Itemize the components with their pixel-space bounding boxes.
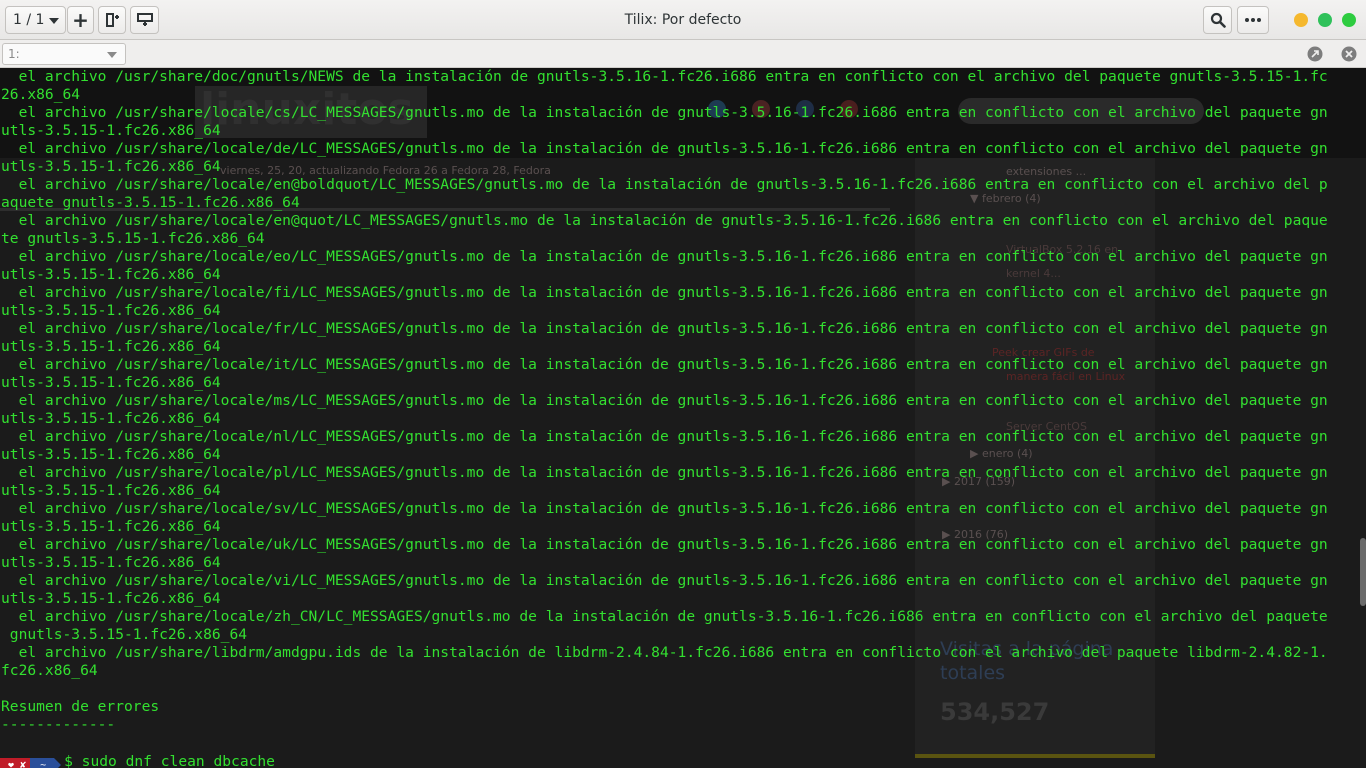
terminal-output: el archivo /usr/share/doc/gnutls/NEWS de…: [1, 68, 1363, 734]
terminal-line: el archivo /usr/share/doc/gnutls/NEWS de…: [1, 68, 1328, 85]
terminal-title-bar: 1:: [0, 40, 1366, 68]
tilix-window: 1 / 1 + Tilix: Por defecto 1: linuxitos …: [0, 0, 1366, 768]
terminal-line: el archivo /usr/share/locale/eo/LC_MESSA…: [1, 248, 1328, 265]
search-icon: [1210, 12, 1226, 28]
terminal-line: gnutls-3.5.15-1.fc26.x86_64: [1, 626, 248, 643]
maximize-button[interactable]: [1318, 13, 1332, 27]
background-sidebar-bar: [915, 754, 1155, 758]
close-terminal-icon[interactable]: [1341, 46, 1357, 62]
terminal-line: utls-3.5.15-1.fc26.x86_64: [1, 266, 221, 283]
terminal-line: utls-3.5.15-1.fc26.x86_64: [1, 338, 221, 355]
terminal-line: fc26.x86_64: [1, 662, 98, 679]
close-button[interactable]: [1342, 13, 1356, 27]
maximize-terminal-icon[interactable]: [1307, 46, 1323, 62]
terminal-line: te gnutls-3.5.15-1.fc26.x86_64: [1, 230, 265, 247]
chevron-down-icon: [49, 18, 59, 24]
terminal-line: el archivo /usr/share/locale/vi/LC_MESSA…: [1, 572, 1328, 589]
window-title: Tilix: Por defecto: [624, 12, 742, 28]
terminal-line: el archivo /usr/share/locale/cs/LC_MESSA…: [1, 104, 1328, 121]
terminal-line: aquete gnutls-3.5.15-1.fc26.x86_64: [1, 194, 300, 211]
prompt-command: $ sudo dnf clean dbcache: [64, 752, 275, 768]
terminal-line: utls-3.5.15-1.fc26.x86_64: [1, 302, 221, 319]
add-session-button[interactable]: +: [67, 6, 94, 34]
terminal-line: el archivo /usr/share/locale/en@quot/LC_…: [1, 212, 1328, 229]
more-dots-icon: [1245, 18, 1261, 22]
terminal-line: el archivo /usr/share/locale/en@boldquot…: [1, 176, 1328, 193]
chevron-down-icon: [107, 52, 117, 58]
terminal-line: el archivo /usr/share/locale/nl/LC_MESSA…: [1, 428, 1328, 445]
split-right-icon: [106, 13, 119, 27]
terminal-view[interactable]: linuxitos viernes, 25, 20, actualizando …: [0, 68, 1366, 768]
terminal-line: 26.x86_64: [1, 86, 81, 103]
terminal-line: utls-3.5.15-1.fc26.x86_64: [1, 410, 221, 427]
terminal-line: utls-3.5.15-1.fc26.x86_64: [1, 158, 221, 175]
terminal-line: Resumen de errores: [1, 698, 160, 715]
minimize-button[interactable]: [1294, 13, 1308, 27]
terminal-line: utls-3.5.15-1.fc26.x86_64: [1, 374, 221, 391]
add-terminal-right-button[interactable]: [98, 6, 126, 34]
terminal-line: el archivo /usr/share/locale/it/LC_MESSA…: [1, 356, 1328, 373]
terminal-line: -------------: [1, 716, 116, 733]
terminal-line: utls-3.5.15-1.fc26.x86_64: [1, 446, 221, 463]
split-down-icon: [136, 13, 153, 26]
plus-icon: +: [72, 8, 89, 32]
menu-button[interactable]: [1237, 6, 1269, 34]
session-count-label: 1 / 1: [13, 12, 45, 28]
terminal-selector[interactable]: 1:: [2, 43, 126, 65]
terminal-line: el archivo /usr/share/locale/de/LC_MESSA…: [1, 140, 1328, 157]
prompt-arrow-icon: [54, 758, 62, 768]
add-terminal-down-button[interactable]: [130, 6, 159, 34]
prompt-dir-segment: ~: [30, 758, 55, 768]
terminal-line: el archivo /usr/share/locale/pl/LC_MESSA…: [1, 464, 1328, 481]
terminal-line: el archivo /usr/share/locale/fr/LC_MESSA…: [1, 320, 1328, 337]
terminal-scrollbar[interactable]: [1360, 538, 1366, 606]
prompt-status-segment: ❤ ✘: [0, 758, 31, 768]
terminal-line: el archivo /usr/share/locale/uk/LC_MESSA…: [1, 536, 1328, 553]
terminal-line: utls-3.5.15-1.fc26.x86_64: [1, 518, 221, 535]
terminal-line: el archivo /usr/share/locale/sv/LC_MESSA…: [1, 500, 1328, 517]
terminal-line: utls-3.5.15-1.fc26.x86_64: [1, 590, 221, 607]
terminal-line: utls-3.5.15-1.fc26.x86_64: [1, 482, 221, 499]
terminal-line: el archivo /usr/share/libdrm/amdgpu.ids …: [1, 644, 1328, 661]
terminal-line: el archivo /usr/share/locale/zh_CN/LC_ME…: [1, 608, 1328, 625]
terminal-selector-value: 1:: [8, 47, 20, 61]
header-bar: 1 / 1 + Tilix: Por defecto: [0, 0, 1366, 40]
terminal-line: utls-3.5.15-1.fc26.x86_64: [1, 122, 221, 139]
find-button[interactable]: [1203, 6, 1232, 34]
terminal-line: el archivo /usr/share/locale/ms/LC_MESSA…: [1, 392, 1328, 409]
terminal-line: el archivo /usr/share/locale/fi/LC_MESSA…: [1, 284, 1328, 301]
shell-prompt: ❤ ✘ ~ $ sudo dnf clean dbcache: [0, 752, 275, 768]
terminal-line: utls-3.5.15-1.fc26.x86_64: [1, 554, 221, 571]
session-switcher-button[interactable]: 1 / 1: [5, 6, 66, 34]
